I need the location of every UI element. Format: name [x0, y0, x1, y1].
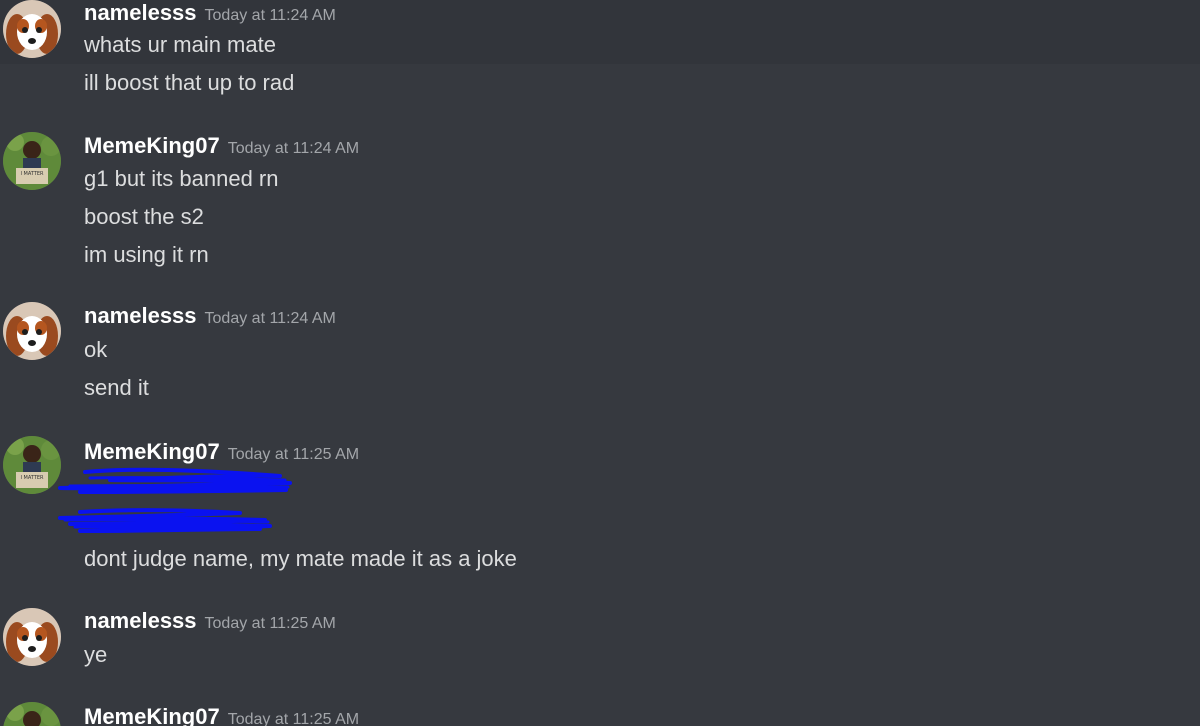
- username[interactable]: namelesss: [84, 0, 197, 25]
- username[interactable]: namelesss: [84, 608, 197, 633]
- message-text: im using it rn: [84, 242, 209, 267]
- redaction-scribble: [58, 467, 292, 494]
- chat-messages[interactable]: namelesss Today at 11:24 AM whats ur main…: [0, 0, 1200, 726]
- message-header: namelesss Today at 11:24 AM: [84, 0, 336, 26]
- username[interactable]: namelesss: [84, 303, 197, 328]
- username[interactable]: MemeKing07: [84, 133, 220, 158]
- message-text: send it: [84, 375, 149, 400]
- message-header: namelesss Today at 11:25 AM: [84, 608, 336, 634]
- message-text: boost the s2: [84, 204, 204, 229]
- timestamp: Today at 11:24 AM: [204, 7, 336, 24]
- message-text: whats ur main mate: [84, 32, 276, 57]
- child-sign-avatar[interactable]: [3, 702, 61, 726]
- message-group: namelesss Today at 11:25 AM ye: [0, 606, 1200, 676]
- dog-avatar[interactable]: [3, 0, 61, 58]
- redaction-scribble: [58, 508, 272, 533]
- dog-avatar[interactable]: [3, 608, 61, 666]
- timestamp: Today at 11:24 AM: [204, 310, 336, 327]
- message-group: namelesss Today at 11:24 AM whats ur main…: [0, 0, 1200, 64]
- message-text: ye: [84, 642, 108, 667]
- timestamp: Today at 11:25 AM: [227, 711, 360, 726]
- message-header: namelesss Today at 11:24 AM: [84, 303, 336, 329]
- message-text: ok: [84, 337, 108, 362]
- message-header: MemeKing07 Today at 11:24 AM: [84, 133, 359, 159]
- username[interactable]: MemeKing07: [84, 704, 220, 726]
- message-text: g1 but its banned rn: [84, 166, 279, 191]
- child-sign-avatar[interactable]: I MATTER: [3, 132, 61, 190]
- message-text: ill boost that up to rad: [84, 70, 295, 95]
- message-group: I MATTER MemeKing07 Today at 11:24 AM g1 …: [0, 130, 1200, 280]
- username[interactable]: MemeKing07: [84, 439, 220, 464]
- timestamp: Today at 11:24 AM: [227, 140, 360, 157]
- dog-avatar[interactable]: [3, 302, 61, 360]
- sign-text: I MATTER: [20, 475, 44, 481]
- message-header: MemeKing07 Today at 11:25 AM: [84, 439, 359, 465]
- message-group: MemeKing07 Today at 11:25 AM: [0, 702, 1200, 726]
- message-text: dont judge name, my mate made it as a jo…: [84, 546, 517, 571]
- sign-text: I MATTER: [20, 171, 44, 177]
- message-group: I MATTER MemeKing07 Today at 11:25 AM don…: [0, 436, 1200, 576]
- message-group: namelesss Today at 11:24 AM ok send it: [0, 302, 1200, 412]
- message-header: MemeKing07 Today at 11:25 AM: [84, 704, 359, 726]
- timestamp: Today at 11:25 AM: [204, 615, 336, 632]
- timestamp: Today at 11:25 AM: [227, 446, 360, 463]
